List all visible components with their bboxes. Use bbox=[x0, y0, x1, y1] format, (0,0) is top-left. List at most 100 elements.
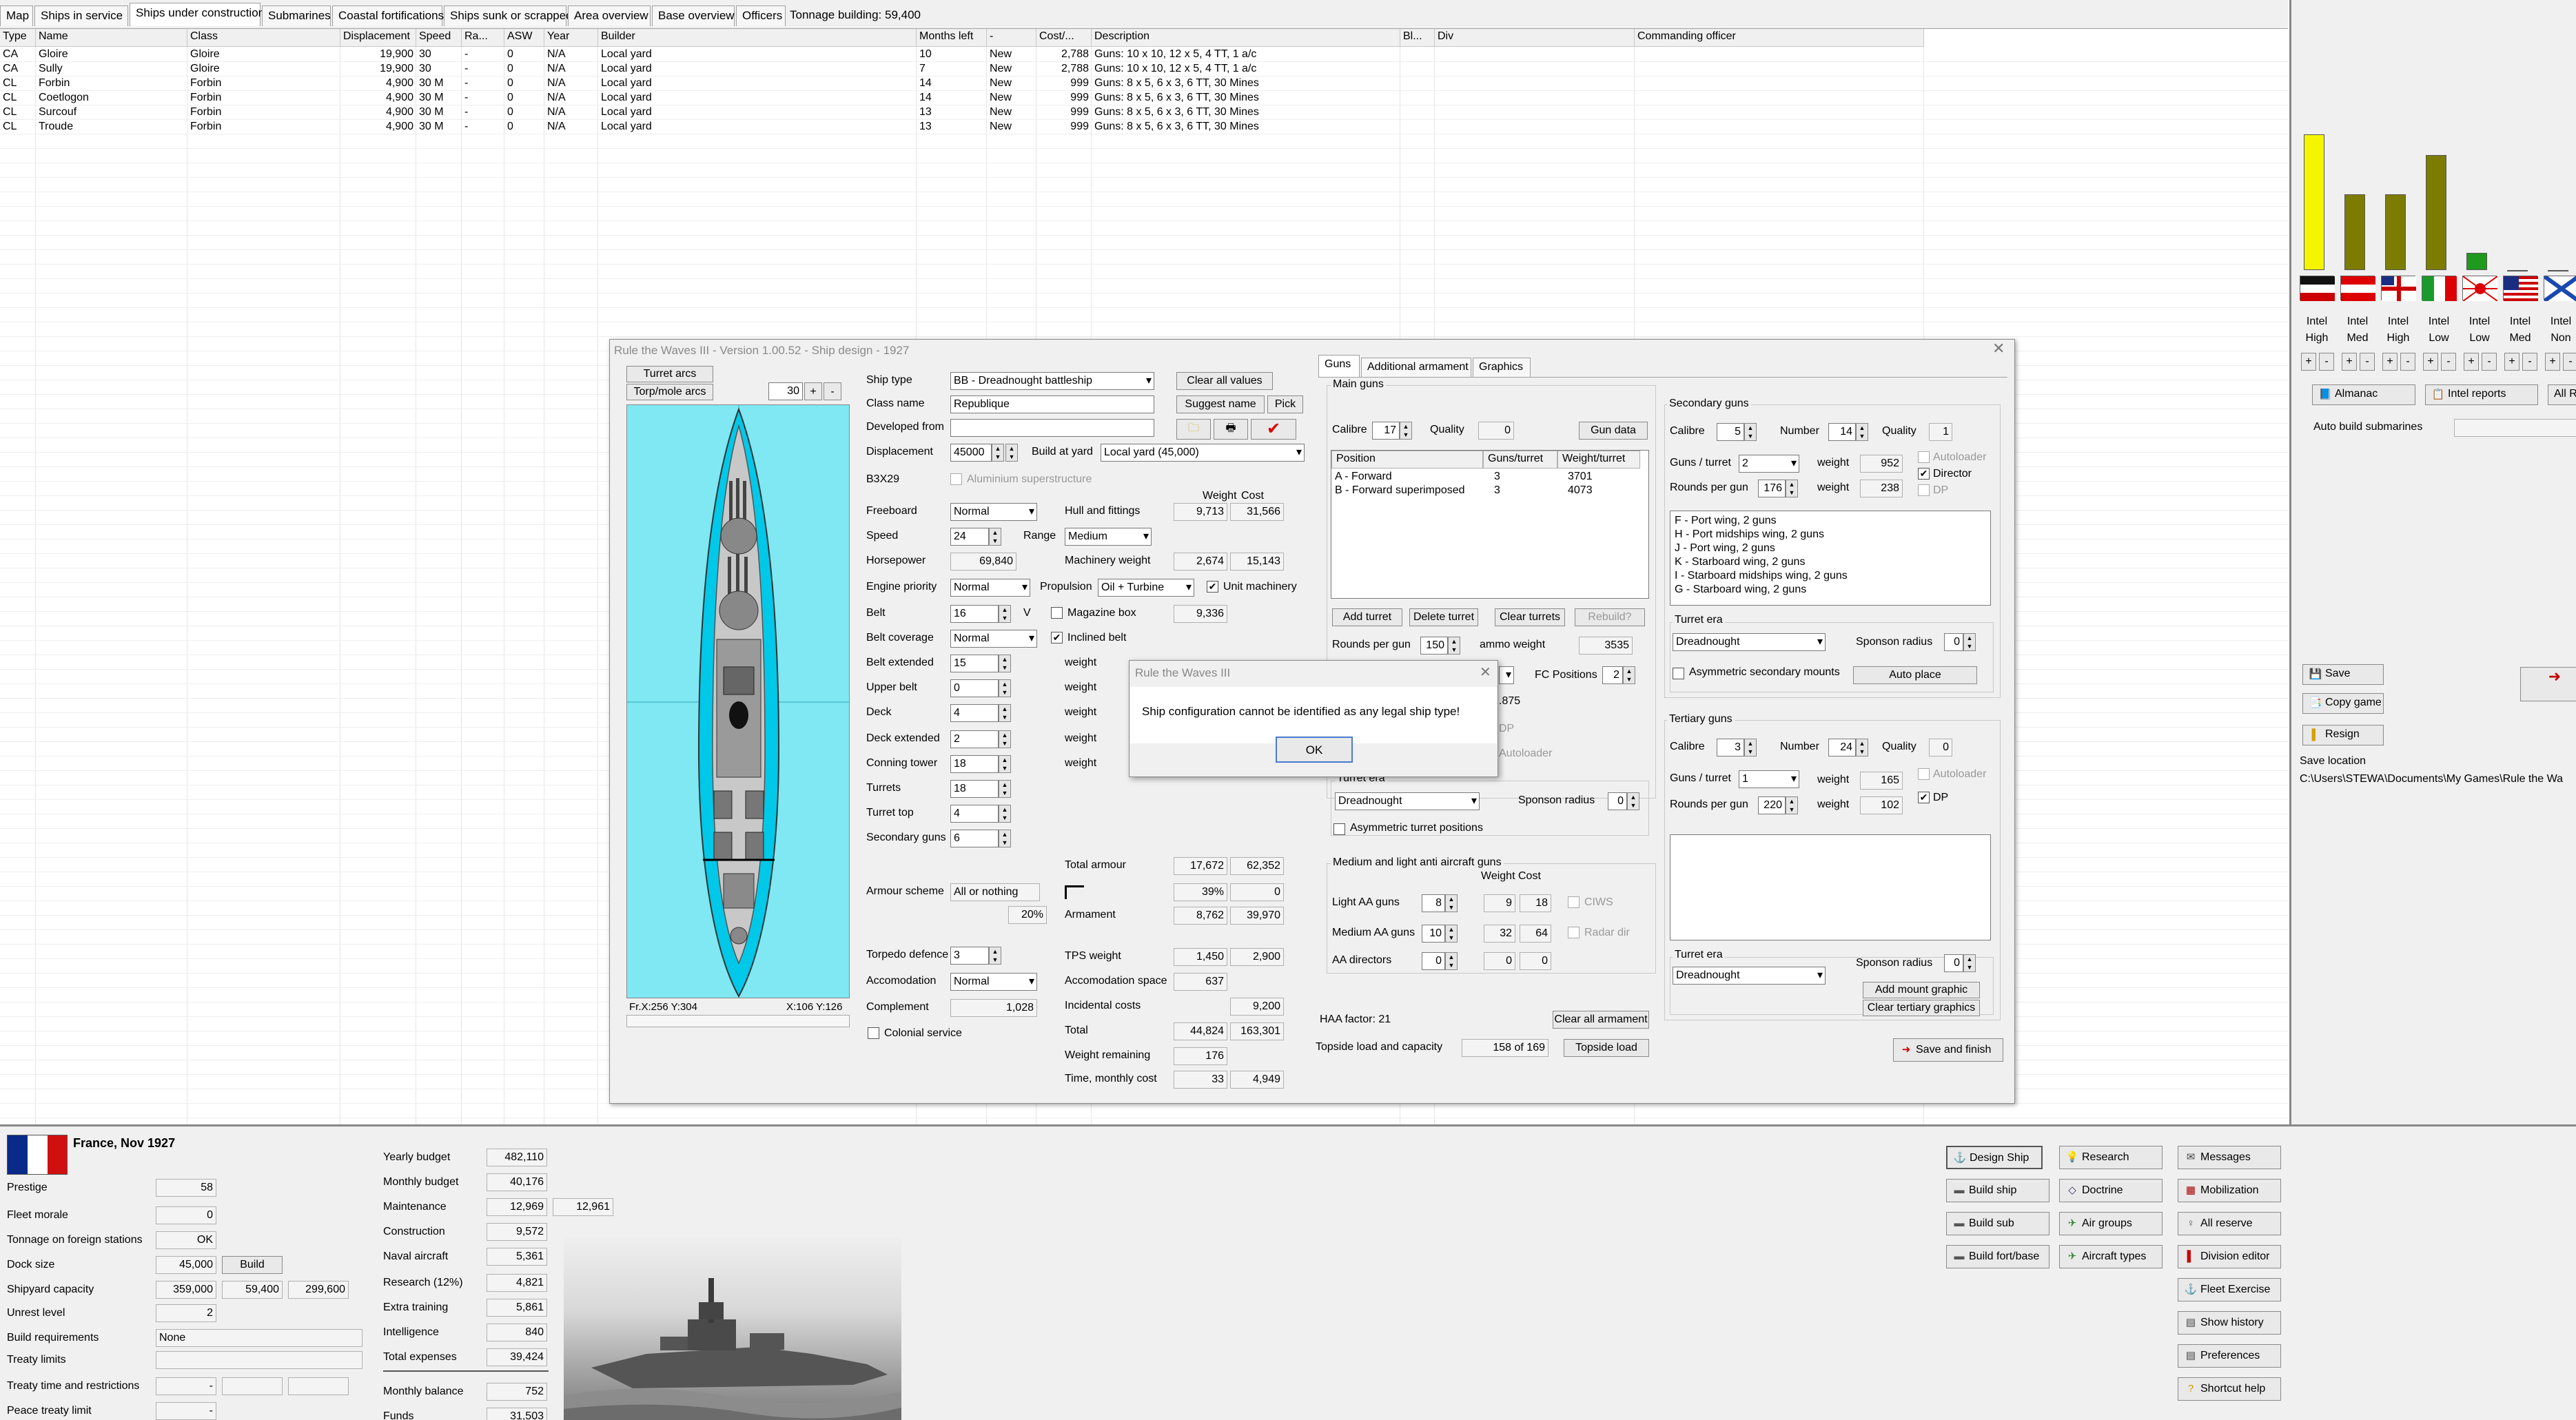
sg-calibre-field[interactable]: 5 bbox=[1717, 423, 1744, 441]
displacement-field[interactable]: 45000 bbox=[950, 444, 992, 462]
spinner[interactable]: ▲ ▼ bbox=[999, 830, 1011, 847]
table-cell[interactable]: - bbox=[462, 77, 504, 92]
intel-minus-button[interactable]: - bbox=[2441, 353, 2456, 371]
checkbox[interactable]: ✔ bbox=[1051, 632, 1063, 644]
table-cell[interactable]: Guns: 10 x 10, 12 x 5, 4 TT, 1 a/c bbox=[1092, 48, 1400, 63]
col-header-1[interactable]: Name bbox=[36, 29, 187, 47]
check-design-button[interactable]: ✔ bbox=[1251, 419, 1296, 440]
spinner[interactable]: ▲ ▼ bbox=[1623, 666, 1635, 684]
sg-sponson-field[interactable]: 0 bbox=[1944, 633, 1963, 651]
intel-reports-button[interactable]: 📋 Intel reports bbox=[2425, 384, 2538, 405]
tg-sponson-field[interactable]: 0 bbox=[1944, 954, 1963, 972]
save-button[interactable]: 💾 Save bbox=[2302, 664, 2384, 685]
table-cell[interactable]: 0 bbox=[504, 77, 544, 92]
class-name-value[interactable]: Republique bbox=[950, 395, 1154, 413]
spinner[interactable]: ▲ ▼ bbox=[1786, 796, 1798, 814]
italy-flag-icon[interactable] bbox=[2422, 276, 2457, 301]
table-cell[interactable]: Local yard bbox=[598, 48, 917, 63]
next-turn-button[interactable]: ➜ bbox=[2520, 667, 2576, 701]
division-editor-button[interactable]: ▌ Division editor bbox=[2178, 1245, 2281, 1268]
table-cell[interactable]: 4,900 bbox=[340, 92, 416, 106]
table-cell[interactable]: 30 M bbox=[416, 92, 462, 106]
tab-7[interactable]: Base overview bbox=[652, 6, 735, 26]
table-cell[interactable]: 30 bbox=[416, 63, 462, 77]
clear-all-armament-button[interactable]: Clear all armament bbox=[1553, 1011, 1649, 1029]
table-cell[interactable]: Forbin bbox=[187, 121, 340, 135]
pick-button[interactable]: Pick bbox=[1267, 395, 1303, 413]
checkbox[interactable] bbox=[1333, 823, 1345, 835]
col-header-11[interactable]: Cost/... bbox=[1036, 29, 1092, 47]
intel-plus-button[interactable]: + bbox=[2504, 353, 2519, 371]
clear-tertiary-button[interactable]: Clear tertiary graphics bbox=[1863, 1000, 1980, 1016]
table-cell[interactable]: Guns: 10 x 10, 12 x 5, 4 TT, 1 a/c bbox=[1092, 63, 1400, 77]
table-cell[interactable]: Sully bbox=[36, 63, 187, 77]
table-cell[interactable]: Gloire bbox=[187, 48, 340, 63]
table-cell[interactable]: CL bbox=[0, 77, 36, 92]
mg-rounds-field[interactable]: 150 bbox=[1420, 637, 1448, 655]
checkbox[interactable] bbox=[1918, 451, 1930, 463]
aircraft-types-button[interactable]: ✈ Aircraft types bbox=[2059, 1245, 2163, 1268]
table-cell[interactable]: 999 bbox=[1036, 106, 1092, 121]
gun-data-button[interactable]: Gun data bbox=[1579, 422, 1648, 440]
intel-minus-button[interactable]: - bbox=[2482, 353, 2497, 371]
suggest-name-button[interactable]: Suggest name bbox=[1176, 395, 1265, 413]
table-cell[interactable]: - bbox=[462, 92, 504, 106]
spinner[interactable]: ▲ ▼ bbox=[1448, 637, 1460, 655]
sg-number-field[interactable]: 14 bbox=[1828, 423, 1856, 441]
zoom-out-button[interactable]: - bbox=[824, 382, 841, 400]
turrets-field[interactable]: 18 bbox=[950, 780, 999, 798]
spinner[interactable]: ▲ ▼ bbox=[999, 805, 1011, 823]
tab-0[interactable]: Map bbox=[0, 6, 33, 26]
col-header-8[interactable]: Builder bbox=[598, 29, 917, 47]
table-cell[interactable]: 0 bbox=[504, 106, 544, 121]
checkbox[interactable]: ✔ bbox=[1207, 581, 1218, 593]
hidden-combo[interactable] bbox=[1499, 666, 1514, 684]
auto-place-button[interactable]: Auto place bbox=[1853, 666, 1977, 684]
tg-number-field[interactable]: 24 bbox=[1828, 739, 1856, 757]
sg-era-combo[interactable]: Dreadnought bbox=[1673, 633, 1826, 651]
tab-2[interactable]: Ships under construction bbox=[130, 3, 265, 26]
build-at-yard-combo[interactable]: Local yard (45,000) bbox=[1101, 444, 1305, 462]
table-cell[interactable]: Guns: 8 x 5, 6 x 3, 6 TT, 30 Mines bbox=[1092, 92, 1400, 106]
tab-graphics[interactable]: Graphics bbox=[1473, 358, 1531, 377]
table-cell[interactable]: CA bbox=[0, 63, 36, 77]
table-cell[interactable]: 0 bbox=[504, 48, 544, 63]
table-cell[interactable]: Guns: 8 x 5, 6 x 3, 6 TT, 30 Mines bbox=[1092, 77, 1400, 92]
tab-4[interactable]: Coastal fortifications bbox=[332, 6, 444, 26]
table-cell[interactable]: 10 bbox=[917, 48, 987, 63]
spinner[interactable]: ▲ ▼ bbox=[999, 679, 1011, 697]
intel-plus-button[interactable]: + bbox=[2342, 353, 2357, 371]
intel-minus-button[interactable]: - bbox=[2400, 353, 2415, 371]
guns-turret-header[interactable]: Guns/turret bbox=[1483, 451, 1557, 469]
secondary-mount-item[interactable]: F - Port wing, 2 guns bbox=[1675, 514, 1986, 528]
dialog-close-icon[interactable]: ✕ bbox=[1992, 340, 2005, 358]
table-cell[interactable]: 30 bbox=[416, 48, 462, 63]
secondary-mount-item[interactable]: J - Port wing, 2 guns bbox=[1675, 542, 1986, 555]
all-reports-button[interactable]: All Re bbox=[2548, 384, 2576, 405]
col-header-10[interactable]: - bbox=[987, 29, 1036, 47]
clear-all-button[interactable]: Clear all values bbox=[1176, 372, 1273, 390]
col-header-14[interactable]: Div bbox=[1435, 29, 1635, 47]
secondary-mount-item[interactable]: K - Starboard wing, 2 guns bbox=[1675, 555, 1986, 569]
table-cell[interactable]: 30 M bbox=[416, 121, 462, 135]
table-cell[interactable]: N/A bbox=[544, 106, 598, 121]
air-groups-button[interactable]: ✈ Air groups bbox=[2059, 1212, 2163, 1235]
tertiary-mount-list[interactable] bbox=[1670, 834, 1991, 940]
secondary-mount-list[interactable]: F - Port wing, 2 guns H - Port midships w… bbox=[1670, 511, 1991, 606]
spinner[interactable]: ▲ ▼ bbox=[999, 755, 1011, 773]
table-cell[interactable]: N/A bbox=[544, 48, 598, 63]
aa-directors-field[interactable]: 0 bbox=[1422, 952, 1445, 970]
checkbox[interactable] bbox=[1918, 768, 1930, 780]
turret-top-field[interactable]: 4 bbox=[950, 805, 999, 823]
table-cell[interactable]: Forbin bbox=[187, 77, 340, 92]
secondary-mount-item[interactable]: I - Starboard midships wing, 2 guns bbox=[1675, 569, 1986, 583]
build-ship-button[interactable]: ▬ Build ship bbox=[1946, 1179, 2049, 1202]
table-cell[interactable]: N/A bbox=[544, 63, 598, 77]
range-combo[interactable]: Medium bbox=[1065, 528, 1152, 546]
upper-belt-field[interactable]: 0 bbox=[950, 679, 999, 697]
almanac-button[interactable]: 📘 Almanac bbox=[2312, 384, 2415, 405]
conning-tower-field[interactable]: 18 bbox=[950, 755, 999, 773]
checkbox[interactable] bbox=[1568, 927, 1580, 938]
build-sub-button[interactable]: ▬ Build sub bbox=[1946, 1212, 2049, 1235]
zoom-in-button[interactable]: + bbox=[804, 382, 822, 400]
